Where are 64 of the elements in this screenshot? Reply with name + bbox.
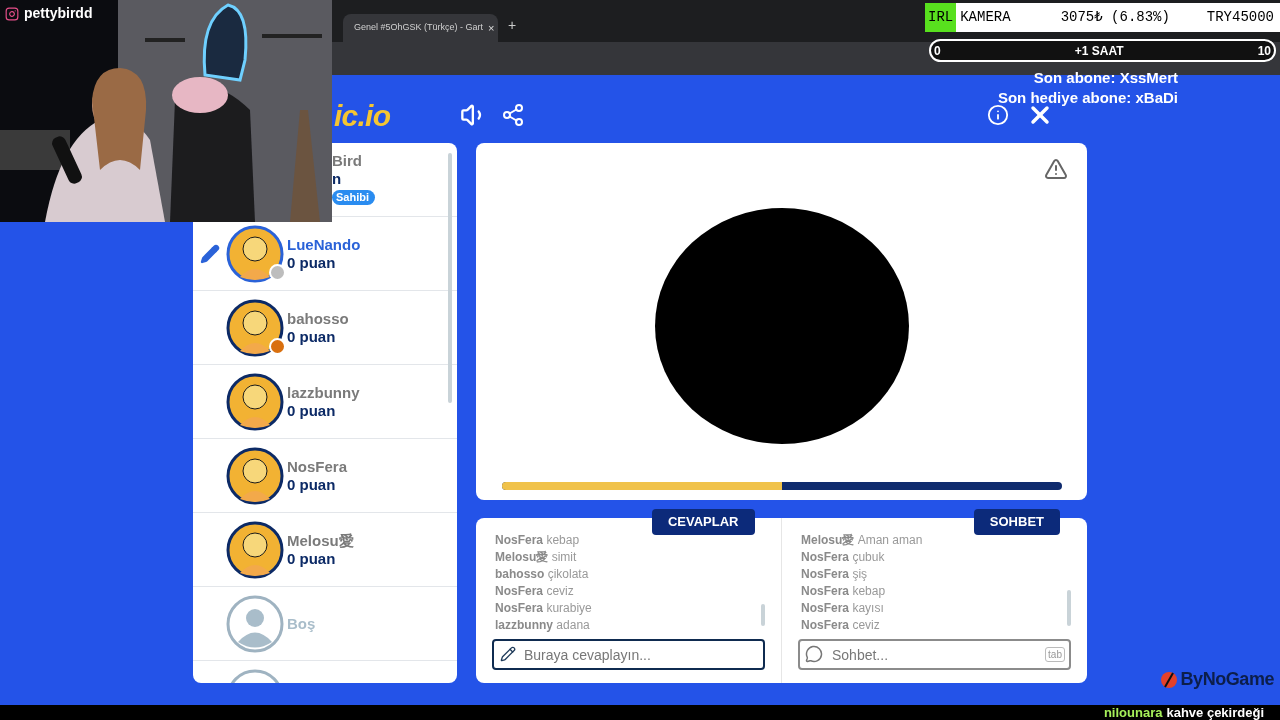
tab-title: Genel #5OhGSK (Türkçe) - Gart (354, 21, 484, 35)
avatar-icon (226, 224, 284, 283)
ticker-user: nilounara (1103, 705, 1163, 720)
goal-target: TRY45000 (1206, 8, 1274, 27)
sponsor-logo: ByNoGame (1180, 668, 1274, 691)
share-icon[interactable] (501, 103, 526, 127)
timer-label: +1 SAAT (1074, 42, 1124, 60)
browser-tab[interactable]: Genel #5OhGSK (Türkçe) - Gart × (343, 14, 498, 42)
timer-end: 10 (1257, 42, 1271, 60)
player-score: 0 puan (287, 402, 337, 420)
player-score: 0 puan (287, 550, 337, 568)
warning-icon[interactable] (1044, 157, 1068, 181)
ticker-item: kahve çekirdeği (1166, 705, 1264, 720)
info-icon[interactable] (987, 104, 1010, 126)
key-hint: tab (1045, 647, 1065, 662)
empty-avatar-icon (226, 594, 284, 653)
message-line: lazzbunny adana (495, 617, 590, 634)
player-name: NosFera (287, 457, 348, 476)
timer-start: 0 (934, 42, 941, 60)
player-name: lazzbunny (287, 383, 360, 402)
message-line: NosFera kayısı (801, 600, 884, 617)
avatar-icon (226, 298, 284, 357)
message-line: NosFera kebap (495, 532, 580, 549)
message-line: NosFera çubuk (801, 549, 885, 566)
scrollbar[interactable] (448, 153, 452, 403)
player-score: 0 puan (287, 254, 337, 272)
player-score: 0 puan (287, 476, 337, 494)
owner-badge: Sahibi (332, 190, 375, 205)
message-line: NosFera kurabiye (495, 600, 592, 617)
drawing-canvas[interactable] (476, 143, 1087, 500)
instagram-icon (5, 6, 19, 21)
section-header[interactable]: SOHBET (973, 509, 1060, 535)
game-logo: ic.io (334, 97, 391, 134)
gift-subscriber-text: Son hediye abone: xBaDi (997, 89, 1178, 107)
goal-label: KAMERA (960, 8, 1011, 27)
new-tab-button[interactable]: + (508, 15, 517, 36)
avatar-icon (226, 372, 284, 431)
chat-icon (805, 645, 823, 663)
message-line: NosFera ceviz (801, 617, 880, 634)
message-line: bahosso çikolata (495, 566, 589, 583)
pencil-icon (500, 646, 516, 662)
sponsor-logo-icon (1159, 670, 1178, 689)
tab-close-button[interactable]: × (488, 19, 495, 37)
message-line: NosFera şiş (801, 566, 868, 583)
avatar-icon (226, 520, 284, 579)
player-name: Bird (332, 151, 362, 170)
scrollbar[interactable] (761, 604, 765, 626)
player-name: Boş (287, 614, 316, 633)
player-score: 0 puan (287, 328, 337, 346)
player-score: n (332, 170, 342, 188)
scrollbar[interactable] (1067, 590, 1071, 626)
player-name: Melosu愛 (287, 531, 354, 550)
message-line: Melosu愛 Aman aman (801, 532, 923, 549)
answer-field[interactable]: Buraya cevaplayın... (492, 639, 765, 670)
message-line: NosFera kebap (801, 583, 886, 600)
goal-tag: IRL (925, 3, 957, 32)
streamer-handle: pettybirdd (24, 4, 93, 23)
player-name: bahosso (287, 309, 349, 328)
section-header[interactable]: CEVAPLAR (651, 509, 755, 535)
message-line: Melosu愛 simit (495, 549, 577, 566)
player-name: LueNando (287, 235, 361, 254)
goal-amount: 3075₺ (6.83%) (1060, 8, 1170, 27)
message-line: NosFera ceviz (495, 583, 574, 600)
avatar-icon (226, 446, 284, 505)
